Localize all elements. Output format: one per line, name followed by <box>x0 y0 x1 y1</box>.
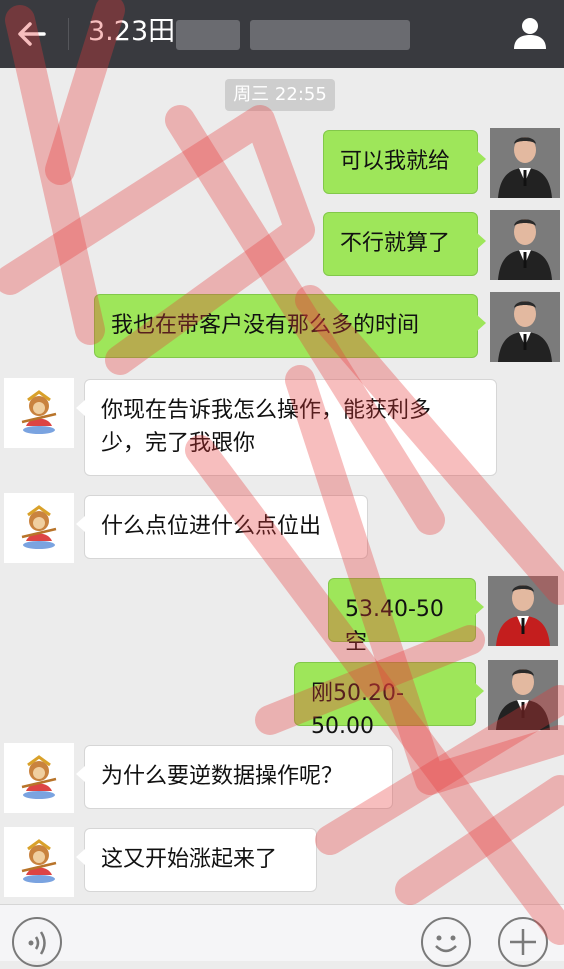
my-avatar[interactable] <box>488 660 558 730</box>
friend-avatar[interactable] <box>4 743 74 813</box>
my-avatar[interactable] <box>490 210 560 280</box>
my-avatar[interactable] <box>488 576 558 646</box>
message-text: 刚50.20-50.00 <box>311 681 404 739</box>
plus-sign-icon <box>510 929 536 955</box>
monkey-king-avatar-icon <box>4 378 74 448</box>
message-text-line: 少，完了我跟你 <box>101 431 256 456</box>
header-separator <box>68 18 69 50</box>
chat-input-bar <box>0 904 564 967</box>
message-text: 什么点位进什么点位出 <box>101 514 322 539</box>
message-bubble-sent[interactable]: 不行就算了 <box>323 212 486 276</box>
person-photo-icon <box>490 128 560 198</box>
monkey-king-avatar-icon <box>4 827 74 897</box>
person-photo-icon <box>490 292 560 362</box>
message-bubble-sent[interactable]: 刚50.20-50.00 <box>294 662 484 739</box>
redacted-name-block <box>250 20 410 50</box>
message-timestamp: 周三 22:55 <box>225 79 335 111</box>
my-avatar[interactable] <box>490 128 560 198</box>
message-bubble-sent[interactable]: 我也在带客户没有那么多的时间 <box>94 294 486 358</box>
person-photo-icon <box>488 660 558 730</box>
friend-avatar[interactable] <box>4 378 74 448</box>
message-bubble-received[interactable]: 你现在告诉我怎么操作，能获利多 少，完了我跟你 <box>76 379 497 476</box>
message-bubble-received[interactable]: 这又开始涨起来了 <box>76 828 317 892</box>
message-text: 不行就算了 <box>340 231 451 256</box>
monkey-king-avatar-icon <box>4 743 74 813</box>
person-photo-icon <box>488 576 558 646</box>
message-bubble-received[interactable]: 为什么要逆数据操作呢？ <box>76 745 393 809</box>
person-icon[interactable] <box>510 13 550 53</box>
message-text: 这又开始涨起来了 <box>101 847 278 872</box>
voice-waves-icon <box>28 931 46 955</box>
message-text: 可以我就给 <box>340 149 451 174</box>
message-bubble-sent[interactable]: 53.40-50空 <box>328 578 484 655</box>
person-photo-icon <box>490 210 560 280</box>
my-avatar[interactable] <box>490 292 560 362</box>
chat-header: 3.23田 <box>0 0 564 68</box>
back-arrow-icon[interactable] <box>12 14 52 54</box>
message-bubble-sent[interactable]: 可以我就给 <box>323 130 486 194</box>
smiley-face-icon <box>435 935 457 953</box>
message-bubble-received[interactable]: 什么点位进什么点位出 <box>76 495 368 559</box>
message-text: 为什么要逆数据操作呢？ <box>101 764 344 789</box>
message-text-line: 你现在告诉我怎么操作，能获利多 <box>101 398 432 423</box>
monkey-king-avatar-icon <box>4 493 74 563</box>
chat-title: 3.23田 <box>88 16 176 47</box>
red-watermark-overlay <box>0 0 564 945</box>
message-text: 53.40-50空 <box>345 597 444 655</box>
message-text: 我也在带客户没有那么多的时间 <box>111 313 420 338</box>
redacted-name-block <box>176 20 240 50</box>
friend-avatar[interactable] <box>4 827 74 897</box>
friend-avatar[interactable] <box>4 493 74 563</box>
